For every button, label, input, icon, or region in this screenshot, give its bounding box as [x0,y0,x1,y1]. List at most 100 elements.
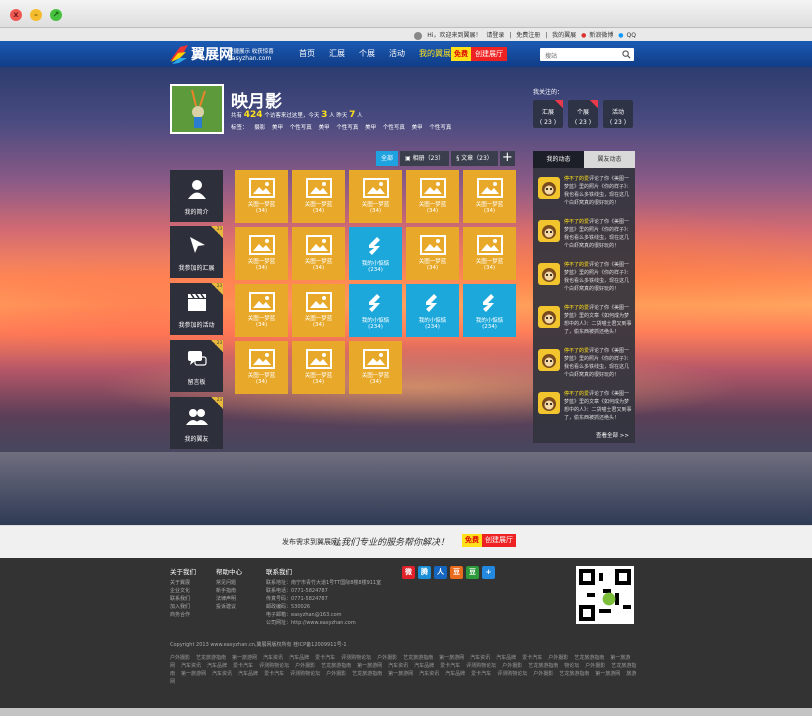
avatar[interactable] [538,263,560,285]
friend-link[interactable]: 汽车资讯 [470,655,490,661]
friend-link[interactable]: 户外摄影 [170,655,190,661]
friend-link[interactable]: 爱卡汽车 [440,663,460,669]
friend-link[interactable]: 户外摄影 [377,655,397,661]
friend-link[interactable]: 汽车品牌 [445,671,465,677]
douban-green-icon[interactable]: 豆 [466,566,479,579]
friend-link[interactable]: 物论坛 [564,663,579,669]
friend-link[interactable]: 第一旅游网 [388,671,413,677]
login-link[interactable]: 请登录 [486,32,504,39]
douban-icon[interactable]: 豆 [450,566,463,579]
footer-link[interactable]: 常见问题 [216,579,242,587]
tag[interactable]: 个性写真 [383,125,405,131]
activity-item[interactable]: 停不了的爱评论了你《美图一梦蓝》里的照片《你的样子》：我也看么多铁线虫，现在这几… [538,218,632,254]
weibo-icon[interactable]: ● [581,32,586,39]
friend-link[interactable]: 户外摄影 [326,671,346,677]
friend-link[interactable]: 汽车资讯 [212,671,232,677]
album-tile[interactable]: 关图一梦蓝 (34) [292,170,345,223]
avatar[interactable] [538,306,560,328]
my-wing-link[interactable]: 我的翼展 [552,32,576,39]
friend-link[interactable]: 汽车品牌 [414,663,434,669]
tab-my-activity[interactable]: 我的动态 [533,151,584,168]
tag[interactable]: 美甲 [365,125,376,131]
following-events-button[interactable]: 活动 ( 23 ) [603,100,633,128]
friend-link[interactable]: 户外摄影 [533,671,553,677]
activity-item[interactable]: 停不了的爱评论了你《美图一梦蓝》里的文章《如何成为梦想中的人》：二货喵士君又到事… [538,304,632,340]
tab-album[interactable]: ▣ 相册（23） [400,151,450,166]
album-tile[interactable]: 关图一梦蓝 (34) [235,284,288,337]
footer-link[interactable]: 加入我们 [170,603,196,611]
activity-user[interactable]: 停不了的爱 [564,348,589,354]
footer-link[interactable]: 法律声明 [216,595,242,603]
slogan-create-button[interactable]: 免费 创建展厅 [462,534,516,547]
friend-link[interactable]: 户外摄影 [502,663,522,669]
friend-link[interactable]: 爱卡汽车 [264,671,284,677]
footer-link[interactable]: 关于翼展 [170,579,196,587]
album-tile[interactable]: 关图一梦蓝 (34) [235,227,288,280]
tab-article[interactable]: § 文章（23） [451,151,498,166]
sidebar-item-events[interactable]: 23 我参加的活动 [170,283,223,335]
activity-user[interactable]: 停不了的爱 [564,391,589,397]
friend-link[interactable]: 评测购物论坛 [259,663,289,669]
friend-link[interactable]: 艺龙旅游指南 [403,655,433,661]
nav-item-exhibits[interactable]: 汇展 [322,41,352,67]
friend-link[interactable]: 汽车资讯 [419,671,439,677]
nav-item-solo[interactable]: 个展 [352,41,382,67]
avatar[interactable] [538,177,560,199]
tab-friends-activity[interactable]: 翼友动态 [584,151,635,168]
friend-link[interactable]: 第一旅游网 [595,671,620,677]
nav-item-home[interactable]: 首页 [292,41,322,67]
friend-link[interactable]: 第一旅游网 [439,655,464,661]
article-tile[interactable]: 我的小惦惦 (234) [349,227,402,280]
tag[interactable]: 美甲 [412,125,423,131]
album-tile[interactable]: 关图一梦蓝 (34) [349,341,402,394]
footer-link[interactable]: 联系我们 [170,595,196,603]
friend-link[interactable]: 汽车品牌 [238,671,258,677]
album-tile[interactable]: 关图一梦蓝 (34) [406,170,459,223]
friend-link[interactable]: 第一旅游网 [232,655,257,661]
add-button[interactable]: + [499,151,515,166]
tag[interactable]: 摄影 [254,125,265,131]
activity-user[interactable]: 停不了的爱 [564,262,589,268]
sidebar-item-exhibits[interactable]: 23 我参加的汇展 [170,226,223,278]
friend-link[interactable]: 户外摄影 [585,663,605,669]
share-plus-icon[interactable]: + [482,566,495,579]
friend-link[interactable]: 评测购物论坛 [290,671,320,677]
article-tile[interactable]: 我的小惦惦 (234) [406,284,459,337]
footer-link[interactable]: 投诉建议 [216,603,242,611]
close-window-button[interactable]: x [10,9,22,21]
album-tile[interactable]: 关图一梦蓝 (34) [292,341,345,394]
following-exhibits-button[interactable]: 汇展 ( 23 ) [533,100,563,128]
activity-user[interactable]: 停不了的爱 [564,176,589,182]
friend-link[interactable]: 汽车品牌 [289,655,309,661]
friend-link[interactable]: 爱卡汽车 [315,655,335,661]
article-tile[interactable]: 我的小惦惦 (234) [463,284,516,337]
activity-user[interactable]: 停不了的爱 [564,305,589,311]
friend-link[interactable]: 爱卡汽车 [471,671,491,677]
activity-item[interactable]: 停不了的爱评论了你《美图一梦蓝》里的照片《你的样子》：我也看么多铁线虫，现在这几… [538,261,632,297]
register-link[interactable]: 免费注册 [516,32,540,39]
friend-link[interactable]: 评测购物论坛 [466,663,496,669]
minimize-window-button[interactable]: – [30,9,42,21]
footer-link[interactable]: 新手指南 [216,587,242,595]
activity-item[interactable]: 停不了的爱评论了你《美图一梦蓝》里的文章《如何成为梦想中的人》：二货喵士君又到事… [538,390,632,426]
album-tile[interactable]: 关图一梦蓝 (34) [235,341,288,394]
activity-item[interactable]: 停不了的爱评论了你《美图一梦蓝》里的照片《你的样子》：我也看么多铁线虫，现在这几… [538,175,632,211]
friend-link[interactable]: 评测购物论坛 [341,655,371,661]
avatar[interactable] [538,220,560,242]
tag[interactable]: 美甲 [319,125,330,131]
friend-link[interactable]: 汽车资讯 [181,663,201,669]
friend-link[interactable]: 艺龙旅游指南 [528,663,558,669]
friend-link[interactable]: 汽车资讯 [388,663,408,669]
album-tile[interactable]: 关图一梦蓝 (34) [292,227,345,280]
album-tile[interactable]: 关图一梦蓝 (34) [406,227,459,280]
friend-link[interactable]: 汽车品牌 [207,663,227,669]
friend-link[interactable]: 艺龙旅游指南 [352,671,382,677]
tencent-weibo-icon[interactable]: 腾 [418,566,431,579]
album-tile[interactable]: 关图一梦蓝 (34) [292,284,345,337]
search-icon[interactable] [622,50,631,59]
sidebar-item-profile[interactable]: 我的简介 [170,170,223,222]
tag[interactable]: 个性写真 [429,125,451,131]
search-input[interactable]: 搜站 [540,48,634,61]
tag[interactable]: 个性写真 [290,125,312,131]
avatar[interactable] [170,84,224,134]
